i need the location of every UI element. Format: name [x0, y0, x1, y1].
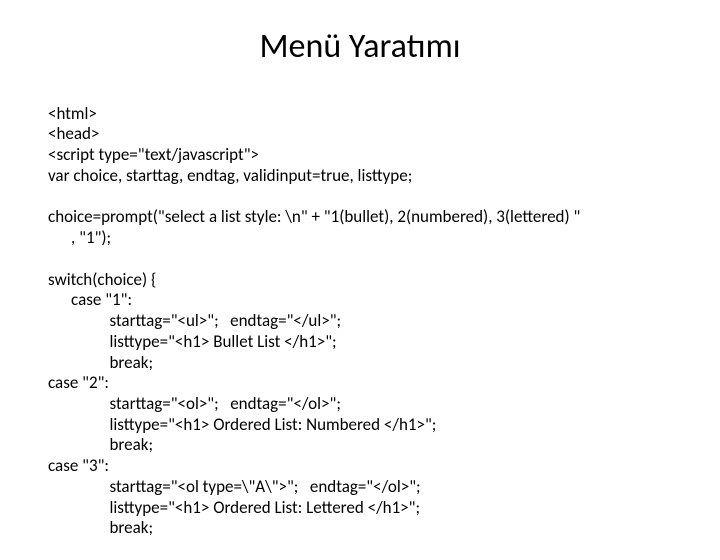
code-line: choice=prompt("select a list style: \n" …: [48, 206, 580, 227]
code-line: break;: [48, 517, 153, 538]
code-line: <html>: [48, 103, 97, 124]
code-block: <html> <head> <script type="text/javascr…: [48, 83, 672, 560]
slide: Menü Yaratımı <html> <head> <script type…: [0, 0, 720, 540]
code-line: starttag="<ol>"; endtag="</ol>";: [48, 393, 341, 414]
code-line: , "1");: [48, 227, 111, 248]
code-line: listtype="<h1> Ordered List: Lettered </…: [48, 497, 420, 518]
code-line: listtype="<h1> Bullet List </h1>";: [48, 331, 337, 352]
code-line: var choice, starttag, endtag, validinput…: [48, 165, 412, 186]
slide-title: Menü Yaratımı: [48, 26, 672, 67]
code-line: starttag="<ol type=\"A\">"; endtag="</ol…: [48, 476, 421, 497]
code-line: starttag="<ul>"; endtag="</ul>";: [48, 310, 341, 331]
code-line: listtype="<h1> Ordered List: Numbered </…: [48, 414, 436, 435]
code-line: case "2":: [48, 372, 109, 393]
code-line: switch(choice) {: [48, 269, 156, 290]
code-line: <head>: [48, 123, 99, 144]
code-line: case "1":: [48, 289, 132, 310]
code-line: case "3":: [48, 455, 109, 476]
code-line: break;: [48, 434, 153, 455]
code-line: <script type="text/javascript">: [48, 144, 259, 165]
code-line: break;: [48, 352, 153, 373]
